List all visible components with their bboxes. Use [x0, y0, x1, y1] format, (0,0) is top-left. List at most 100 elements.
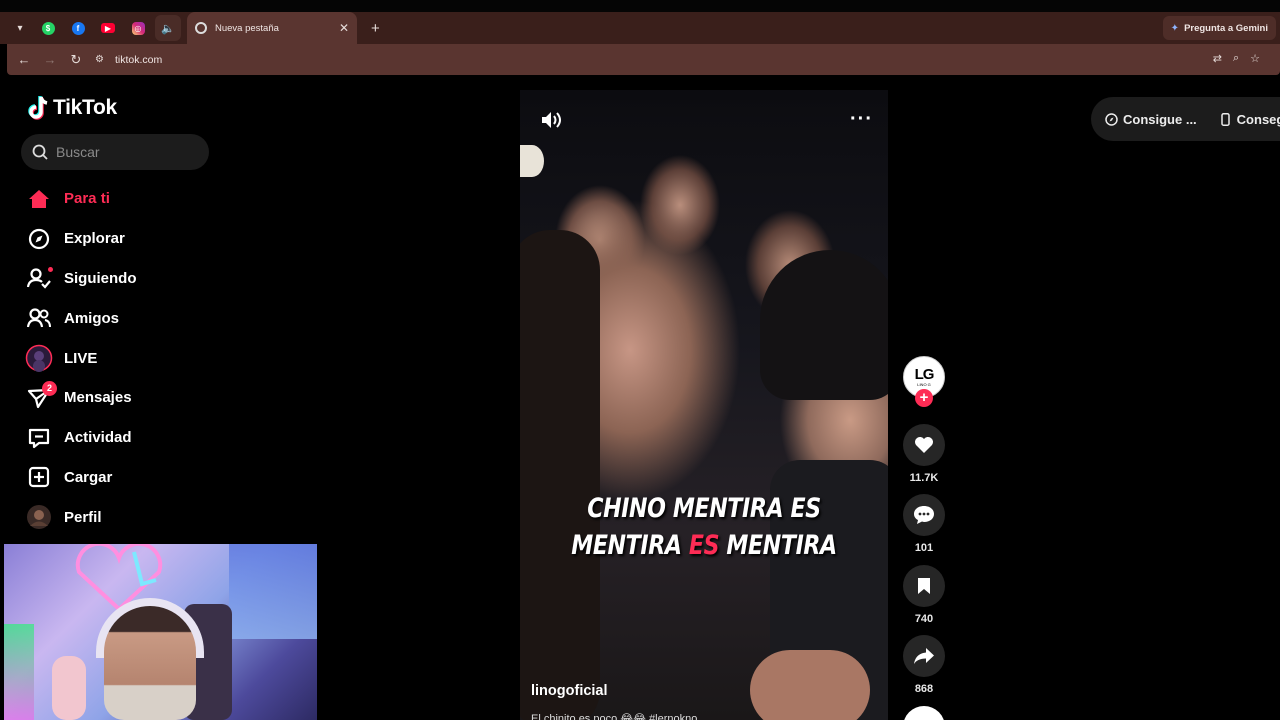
activity-icon	[25, 424, 53, 452]
video-sticker	[520, 145, 544, 177]
follow-button[interactable]: +	[915, 389, 933, 407]
share-count: 868	[914, 683, 934, 695]
like-action[interactable]: 11.7K	[903, 424, 945, 484]
new-tab-button[interactable]: +	[371, 20, 380, 37]
save-count: 740	[914, 613, 934, 625]
bookmark-icon[interactable]	[903, 565, 945, 607]
sidebar-item-live[interactable]: LIVE	[25, 338, 137, 378]
tiktok-note-icon	[28, 96, 48, 120]
video-scene-person	[760, 250, 888, 400]
sidebar-item-label: Explorar	[64, 230, 125, 248]
upload-icon	[25, 463, 53, 491]
share-icon[interactable]	[903, 635, 945, 677]
save-action[interactable]: 740	[903, 565, 945, 625]
home-icon	[25, 185, 53, 213]
live-icon	[25, 344, 53, 373]
gemini-label: Pregunta a Gemini	[1184, 22, 1268, 34]
video-author[interactable]: linogoficial	[531, 683, 608, 699]
sidebar-item-siguiendo[interactable]: Siguiendo	[25, 259, 137, 299]
youtube-icon: ▶	[101, 23, 115, 33]
get-app-label: Consegu	[1236, 111, 1280, 127]
sidebar-item-label: LIVE	[64, 349, 98, 367]
translate-icon[interactable]: ⇄	[1213, 52, 1222, 65]
profile-avatar	[25, 503, 53, 531]
back-button[interactable]: ←	[11, 52, 37, 67]
compass-icon	[25, 225, 53, 253]
sidebar-item-explorar[interactable]: Explorar	[25, 219, 137, 259]
close-tab-icon[interactable]: ✕	[339, 21, 349, 35]
bookmark-star-icon[interactable]: ☆	[1250, 52, 1260, 65]
video-scene-hand	[750, 650, 870, 720]
avatar-subtext: LINO G	[917, 381, 931, 387]
speaker-icon: 🔈	[161, 22, 175, 35]
reload-button[interactable]: ↻	[63, 52, 89, 68]
whatsapp-icon: $	[41, 21, 55, 35]
volume-icon[interactable]	[540, 110, 562, 130]
avatar-initials: LG	[914, 365, 935, 383]
tiktok-logo[interactable]: TikTok	[28, 95, 117, 121]
sidebar-item-mensajes[interactable]: 2 Mensajes	[25, 378, 137, 418]
url-field[interactable]: tiktok.com	[115, 54, 162, 66]
pinned-tab-facebook[interactable]: f	[65, 15, 91, 41]
audio-tab[interactable]: 🔈	[155, 15, 181, 41]
forward-button[interactable]: →	[37, 52, 63, 67]
friends-icon	[25, 304, 53, 332]
get-coins-button[interactable]: Consigue ...	[1105, 112, 1197, 127]
pinned-tab-instagram[interactable]: ◎	[125, 15, 151, 41]
get-coins-label: Consigue ...	[1123, 111, 1197, 127]
sidebar-item-cargar[interactable]: Cargar	[25, 458, 137, 498]
caption-highlight: ES	[688, 530, 720, 561]
sidebar-item-amigos[interactable]: Amigos	[25, 298, 137, 338]
caption-line-2: MENTIRA ES MENTIRA	[553, 527, 855, 564]
caption-word: MENTIRA	[726, 530, 837, 561]
sidebar-nav: Para ti Explorar Siguiendo Amigos LIVE 2…	[25, 179, 137, 537]
sound-disc-avatar[interactable]: LG	[903, 706, 945, 720]
action-bar: LG LINO G + 11.7K 101 740 868 LG	[903, 356, 945, 720]
comment-icon[interactable]	[903, 494, 945, 536]
sidebar-item-label: Siguiendo	[64, 269, 137, 287]
zoom-icon[interactable]: ⌕	[1233, 52, 1239, 65]
comment-count: 101	[914, 542, 934, 554]
heart-icon[interactable]	[903, 424, 945, 466]
messages-badge: 2	[42, 380, 57, 396]
video-caption: CHINO MENTIRA ES MENTIRA ES MENTIRA	[553, 490, 855, 564]
pinned-tab-youtube[interactable]: ▶	[95, 15, 121, 41]
sidebar-item-label: Mensajes	[64, 389, 132, 407]
window-top-strip	[0, 0, 1280, 12]
sidebar-item-label: Perfil	[64, 508, 102, 526]
get-app-button[interactable]: Consegu	[1219, 112, 1280, 127]
like-count: 11.7K	[909, 472, 939, 484]
share-action[interactable]: 868	[903, 635, 945, 695]
facebook-icon: f	[71, 21, 85, 35]
compass-small-icon	[1105, 112, 1118, 126]
search-icon	[32, 144, 48, 160]
site-settings-icon[interactable]: ⚙	[95, 54, 109, 65]
sidebar-item-perfil[interactable]: Perfil	[25, 497, 137, 537]
comment-action[interactable]: 101	[903, 494, 945, 554]
get-app-pill: Consigue ... Consegu	[1091, 97, 1280, 141]
notification-dot	[48, 266, 53, 272]
caption-word: MENTIRA	[571, 530, 682, 561]
video-player[interactable]: ··· CHINO MENTIRA ES MENTIRA ES MENTIRA …	[520, 90, 888, 720]
microphone	[52, 656, 86, 720]
sound-disc-initials: LG	[903, 706, 945, 720]
address-bar: ← → ↻ ⚙ tiktok.com ⇄ ⌕ ☆	[7, 44, 1280, 75]
tab-title: Nueva pestaña	[215, 22, 279, 34]
sidebar-item-label: Cargar	[64, 468, 113, 486]
gemini-icon: ✦	[1170, 22, 1180, 34]
background-shelf	[229, 544, 317, 639]
caption-line-1: CHINO MENTIRA ES	[587, 493, 821, 524]
tab-search-button[interactable]: ▾	[9, 17, 31, 39]
phone-icon	[1220, 112, 1230, 126]
pinned-tab-whatsapp[interactable]: $	[35, 15, 61, 41]
sidebar-item-actividad[interactable]: Actividad	[25, 418, 137, 458]
sidebar-item-para-ti[interactable]: Para ti	[25, 179, 137, 219]
webcam-overlay	[4, 544, 317, 720]
instagram-icon: ◎	[131, 21, 145, 35]
tab-bar: ▾ $ f ▶ ◎ 🔈 Nueva pestaña ✕ + ✦ Pregunta…	[0, 12, 1280, 44]
gemini-button[interactable]: ✦ Pregunta a Gemini	[1162, 16, 1276, 40]
more-options-icon[interactable]: ···	[850, 109, 873, 129]
search-bar[interactable]: Buscar	[21, 134, 209, 170]
active-tab[interactable]: Nueva pestaña ✕	[187, 12, 357, 44]
search-input[interactable]: Buscar	[56, 144, 100, 160]
